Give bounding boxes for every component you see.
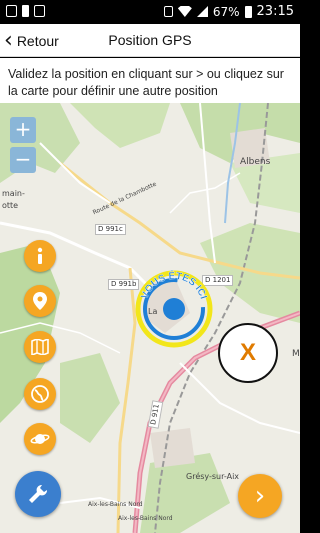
- map-button[interactable]: [24, 331, 56, 363]
- place-label: otte: [2, 201, 19, 210]
- notification-icons: [6, 5, 45, 17]
- system-icons: 67% 23:15: [163, 4, 294, 19]
- battery-notification-icon: [22, 5, 29, 17]
- place-label-gresy: Grésy-sur-Aix: [186, 472, 240, 481]
- chevron-right-icon: ›: [254, 481, 266, 511]
- place-label: Aix-les-Bains Nord: [88, 501, 143, 508]
- battery-icon: [244, 5, 252, 18]
- globe-button[interactable]: [24, 378, 56, 410]
- place-label: main-: [2, 189, 25, 198]
- wrench-icon: [29, 484, 48, 503]
- map-icon: [31, 339, 49, 355]
- planet-icon: [30, 434, 50, 444]
- zoom-out-button[interactable]: −: [10, 147, 36, 173]
- location-pin-icon: [33, 292, 47, 310]
- target-x-icon: X: [239, 339, 256, 366]
- place-label: M: [292, 349, 300, 359]
- clock: 23:15: [256, 4, 294, 19]
- current-position-marker[interactable]: VOUS ÊTES ICI: [132, 265, 216, 349]
- signal-icon: [196, 6, 208, 17]
- you-are-here-icon: VOUS ÊTES ICI: [135, 269, 213, 348]
- usb-notification-icon: [34, 5, 45, 17]
- instructions-text: Validez la position en cliquant sur > ou…: [0, 58, 300, 103]
- tools-button[interactable]: [15, 471, 61, 517]
- info-button[interactable]: [24, 240, 56, 272]
- target-marker[interactable]: X: [218, 323, 278, 383]
- battery-percent: 67%: [212, 4, 240, 19]
- wifi-icon: [177, 6, 192, 17]
- planet-button[interactable]: [24, 423, 56, 455]
- road-tag: D 991c: [95, 224, 126, 235]
- next-button[interactable]: ›: [238, 474, 282, 518]
- map-view[interactable]: main- otte Route de la Chambotte Albens …: [0, 103, 300, 533]
- info-icon: [37, 247, 43, 264]
- status-bar: 67% 23:15: [0, 0, 300, 24]
- marker-label: VOUS ÊTES ICI: [139, 269, 209, 301]
- place-label-albens: Albens: [240, 157, 271, 167]
- globe-icon: [31, 385, 49, 403]
- location-button[interactable]: [24, 285, 56, 317]
- place-label: Aix-les-Bains Nord: [118, 515, 173, 522]
- sim-icon: [163, 6, 173, 17]
- page-title: Position GPS: [108, 32, 192, 48]
- zoom-in-button[interactable]: +: [10, 117, 36, 143]
- zoom-controls: + −: [10, 117, 36, 173]
- image-notification-icon: [6, 5, 17, 17]
- app-header: ‹ Retour Position GPS: [0, 24, 300, 57]
- svg-text:VOUS ÊTES ICI: VOUS ÊTES ICI: [139, 269, 208, 301]
